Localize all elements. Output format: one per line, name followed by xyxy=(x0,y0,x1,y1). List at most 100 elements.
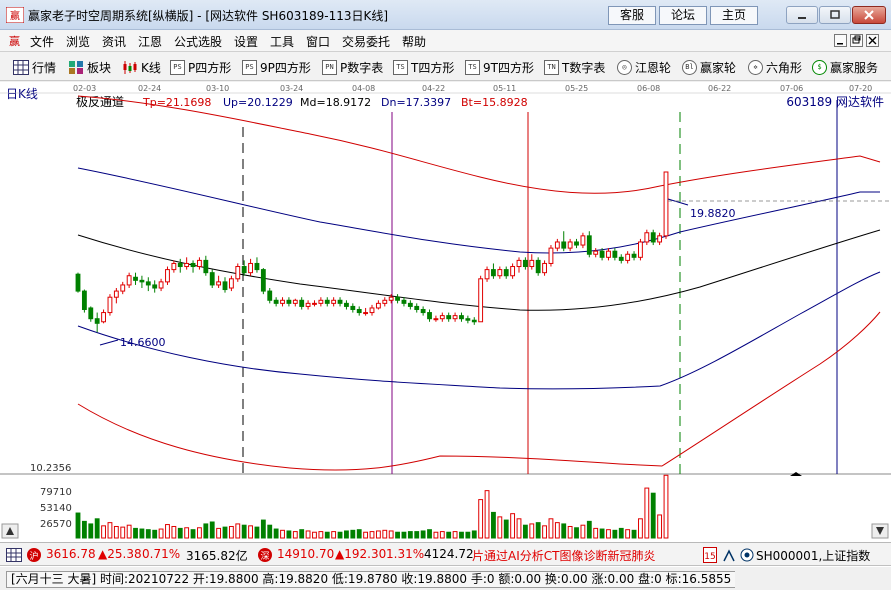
homepage-link[interactable]: 主页 xyxy=(710,6,758,25)
volume-bar xyxy=(446,531,452,539)
mdi-minimize-button[interactable] xyxy=(834,34,847,47)
close-button[interactable] xyxy=(852,6,886,24)
toolbar-p-square-button[interactable]: PS P四方形 xyxy=(170,57,231,77)
index-status-bar: 沪 3616.78 ▲25.38 0.71% 3165.82亿 深 14910.… xyxy=(0,542,891,566)
volume-bar xyxy=(375,530,381,539)
candle xyxy=(478,278,484,323)
volume-bar xyxy=(522,524,528,539)
volume-tick: 26570 xyxy=(40,519,72,530)
candle xyxy=(516,259,522,268)
svg-text:深: 深 xyxy=(260,551,269,562)
kline-chart[interactable]: 日K线 极反通道 Tp=21.1698 Up=20.1229 Md=18.917… xyxy=(0,82,891,542)
candle xyxy=(650,232,656,243)
grid-icon[interactable] xyxy=(6,548,22,562)
menu-trading[interactable]: 交易委托 xyxy=(342,33,390,50)
shenzhen-index-icon: 深 xyxy=(258,548,272,562)
minimize-icon xyxy=(837,43,843,45)
volume-bar xyxy=(94,518,100,539)
indicator-up: Up=20.1229 xyxy=(223,96,293,109)
candle xyxy=(484,269,490,280)
toolbar-t-square-button[interactable]: TS T四方形 xyxy=(393,57,454,77)
candle xyxy=(126,275,132,286)
toolbar-hexagon-button[interactable]: ✲ 六角形 xyxy=(748,57,802,77)
candle xyxy=(618,256,624,261)
volume-bar xyxy=(606,529,611,539)
low-annotation: 14.6600 xyxy=(99,336,166,349)
maximize-icon xyxy=(830,10,840,19)
candle xyxy=(190,262,196,268)
period-label: 日K线 xyxy=(6,87,38,101)
mdi-close-button[interactable] xyxy=(866,34,879,47)
radar-icon[interactable] xyxy=(740,548,754,562)
forum-link[interactable]: 论坛 xyxy=(659,6,707,25)
scroll-news-icon[interactable]: 15 xyxy=(703,547,717,563)
menu-settings[interactable]: 设置 xyxy=(234,33,258,50)
volume-bar xyxy=(535,522,541,539)
volume-bar xyxy=(312,531,317,539)
tn-icon: TN xyxy=(544,59,559,75)
menu-gann[interactable]: 江恩 xyxy=(138,33,162,50)
scroll-left-button[interactable] xyxy=(1,523,19,539)
maximize-button[interactable] xyxy=(819,6,851,24)
indicator-md: Md=18.9172 xyxy=(300,96,371,109)
index-code[interactable]: SH000001,上证指数 xyxy=(756,547,870,564)
band-top xyxy=(77,95,881,194)
app-logo-icon: 赢 xyxy=(6,7,24,23)
menu-browse[interactable]: 浏览 xyxy=(66,33,90,50)
candle xyxy=(407,302,413,307)
candle xyxy=(222,281,228,291)
toolbar-p-number-table-button[interactable]: PN P数字表 xyxy=(322,57,383,77)
menu-file[interactable]: 文件 xyxy=(30,33,54,50)
kline-chart-canvas[interactable]: 日K线 极反通道 Tp=21.1698 Up=20.1229 Md=18.917… xyxy=(0,82,891,542)
minimize-button[interactable] xyxy=(786,6,818,24)
candle xyxy=(184,262,190,268)
toolbar-t-number-table-button[interactable]: TN T数字表 xyxy=(544,57,605,77)
restore-icon xyxy=(852,35,861,44)
title-bar: 赢 赢家老子时空周期系统[纵横版] - [网达软件 SH603189-113日K… xyxy=(0,0,891,30)
toolbar-9p-square-button[interactable]: PS 9P四方形 xyxy=(242,57,311,77)
candle xyxy=(644,232,650,243)
menu-window[interactable]: 窗口 xyxy=(306,33,330,50)
menu-info[interactable]: 资讯 xyxy=(102,33,126,50)
date-tick: 04-22 xyxy=(422,84,445,93)
service-link[interactable]: 客服 xyxy=(608,6,656,25)
volume-bar xyxy=(280,529,285,539)
candle xyxy=(318,299,324,304)
candle xyxy=(344,302,349,307)
volume-bar xyxy=(618,527,624,539)
date-tick: 02-24 xyxy=(138,84,161,93)
menu-help[interactable]: 帮助 xyxy=(402,33,426,50)
volume-bar xyxy=(165,524,170,539)
menu-formula-screener[interactable]: 公式选股 xyxy=(174,33,222,50)
candle xyxy=(203,259,209,274)
news-ticker[interactable]: 片通过AI分析CT图像诊断新冠肺炎 xyxy=(472,547,655,564)
index2-value: 14910.70 xyxy=(277,547,335,561)
pn-icon: PN xyxy=(322,59,337,75)
toolbar-winner-wheel-button[interactable]: Bl 赢家轮 xyxy=(682,57,736,77)
candle xyxy=(401,299,407,304)
toolbar-quotes-button[interactable]: 行情 xyxy=(13,57,56,77)
scroll-right-button[interactable] xyxy=(871,523,889,539)
candle xyxy=(248,262,253,274)
mdi-restore-button[interactable] xyxy=(850,34,863,47)
svg-text:赢: 赢 xyxy=(10,9,20,22)
candle xyxy=(369,307,375,314)
candle xyxy=(657,235,663,243)
volume-bar xyxy=(638,518,643,539)
candle xyxy=(94,318,100,324)
toolbar-winner-service-button[interactable]: $ 赢家服务 xyxy=(812,57,878,77)
quote-info: [六月十三 大暑] 时间:20210722 开:19.8800 高:19.882… xyxy=(6,571,736,588)
volume-bar xyxy=(209,521,215,539)
volume-bar xyxy=(471,530,477,539)
date-tick: 02-03 xyxy=(73,84,96,93)
toolbar-9t-square-button[interactable]: TS 9T四方形 xyxy=(465,57,534,77)
svg-text:15: 15 xyxy=(704,552,715,562)
toolbar-kline-button[interactable]: K线 xyxy=(122,57,161,77)
candle xyxy=(292,299,298,304)
toolbar-sectors-button[interactable]: 板块 xyxy=(68,57,111,77)
toolbar-gann-wheel-button[interactable]: ◎ 江恩轮 xyxy=(617,57,671,77)
candle xyxy=(663,171,669,237)
candle xyxy=(120,284,126,292)
menu-tools[interactable]: 工具 xyxy=(270,33,294,50)
dollar-icon: $ xyxy=(812,59,827,75)
